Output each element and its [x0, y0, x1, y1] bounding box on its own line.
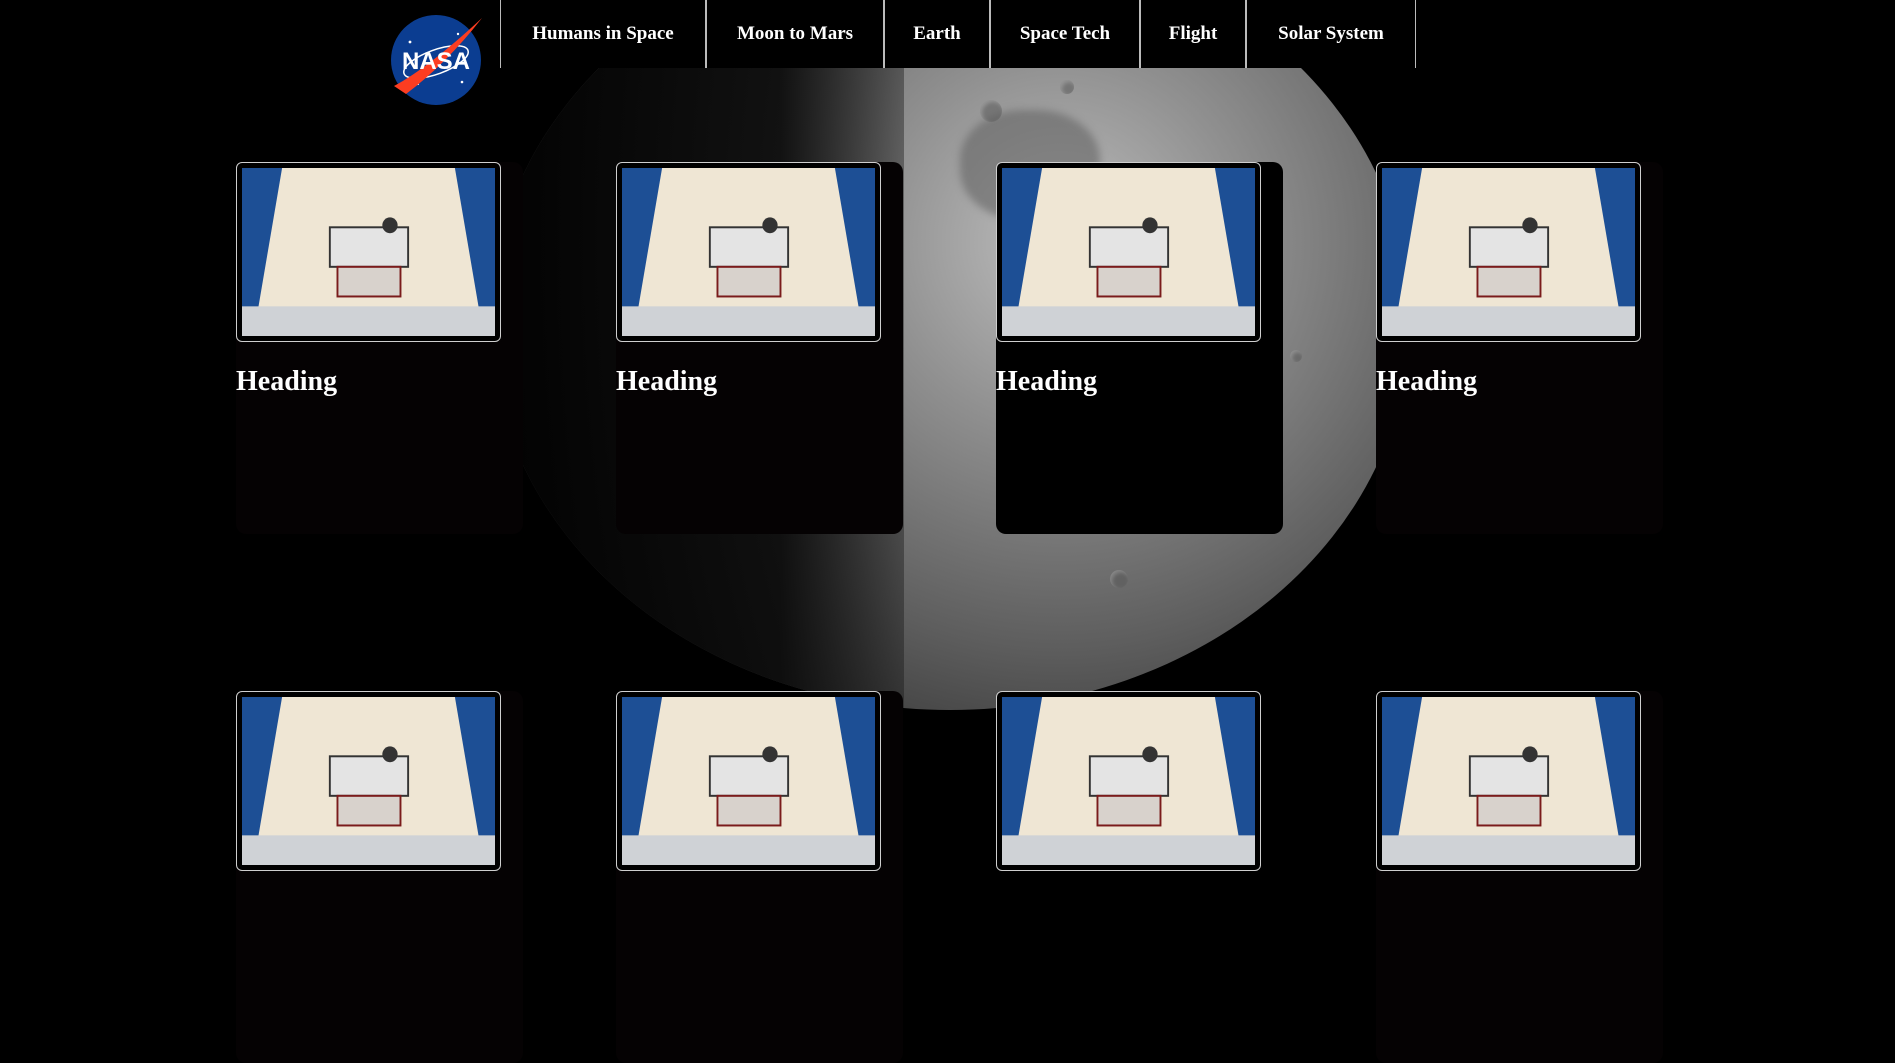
spacecraft-photo: [242, 697, 495, 865]
card[interactable]: Heading: [236, 162, 523, 534]
card[interactable]: [616, 691, 903, 1063]
card[interactable]: [236, 691, 523, 1063]
card[interactable]: Heading: [616, 162, 903, 534]
spacecraft-photo: [1382, 168, 1635, 336]
card-image[interactable]: [236, 162, 501, 342]
card[interactable]: Heading: [1376, 162, 1663, 534]
card[interactable]: Heading: [996, 162, 1283, 534]
nasa-logo-icon: NASA: [391, 15, 482, 105]
moon-crater: [1060, 80, 1074, 94]
card[interactable]: [1376, 691, 1663, 1063]
spacecraft-photo: [1382, 697, 1635, 865]
moon-crater: [1290, 350, 1302, 362]
card-image[interactable]: [996, 162, 1261, 342]
spacecraft-photo: [1002, 168, 1255, 336]
svg-text:NASA: NASA: [402, 48, 470, 75]
moon-crater: [1110, 570, 1128, 588]
nav-item-humans-in-space[interactable]: Humans in Space: [500, 0, 706, 68]
card-heading: Heading: [616, 366, 718, 397]
card-image[interactable]: [996, 691, 1261, 871]
card-image[interactable]: [616, 162, 881, 342]
moon-crater: [980, 100, 1002, 122]
spacecraft-photo: [622, 697, 875, 865]
nav-item-moon-to-mars[interactable]: Moon to Mars: [706, 0, 884, 68]
card-heading: Heading: [236, 366, 338, 397]
card-heading: Heading: [1376, 366, 1478, 397]
card-image[interactable]: [1376, 691, 1641, 871]
nav-item-solar-system[interactable]: Solar System: [1246, 0, 1416, 68]
spacecraft-photo: [1002, 697, 1255, 865]
nav-item-space-tech[interactable]: Space Tech: [990, 0, 1140, 68]
card-image[interactable]: [1376, 162, 1641, 342]
card-image[interactable]: [236, 691, 501, 871]
nav-item-flight[interactable]: Flight: [1140, 0, 1246, 68]
spacecraft-photo: [622, 168, 875, 336]
nasa-logo[interactable]: NASA: [388, 12, 484, 106]
top-nav: NASA Humans in Space Moon to Mars Earth …: [0, 0, 1895, 105]
nav-item-earth[interactable]: Earth: [884, 0, 990, 68]
card[interactable]: [996, 691, 1283, 1063]
spacecraft-photo: [242, 168, 495, 336]
card-image[interactable]: [616, 691, 881, 871]
card-heading: Heading: [996, 366, 1098, 397]
